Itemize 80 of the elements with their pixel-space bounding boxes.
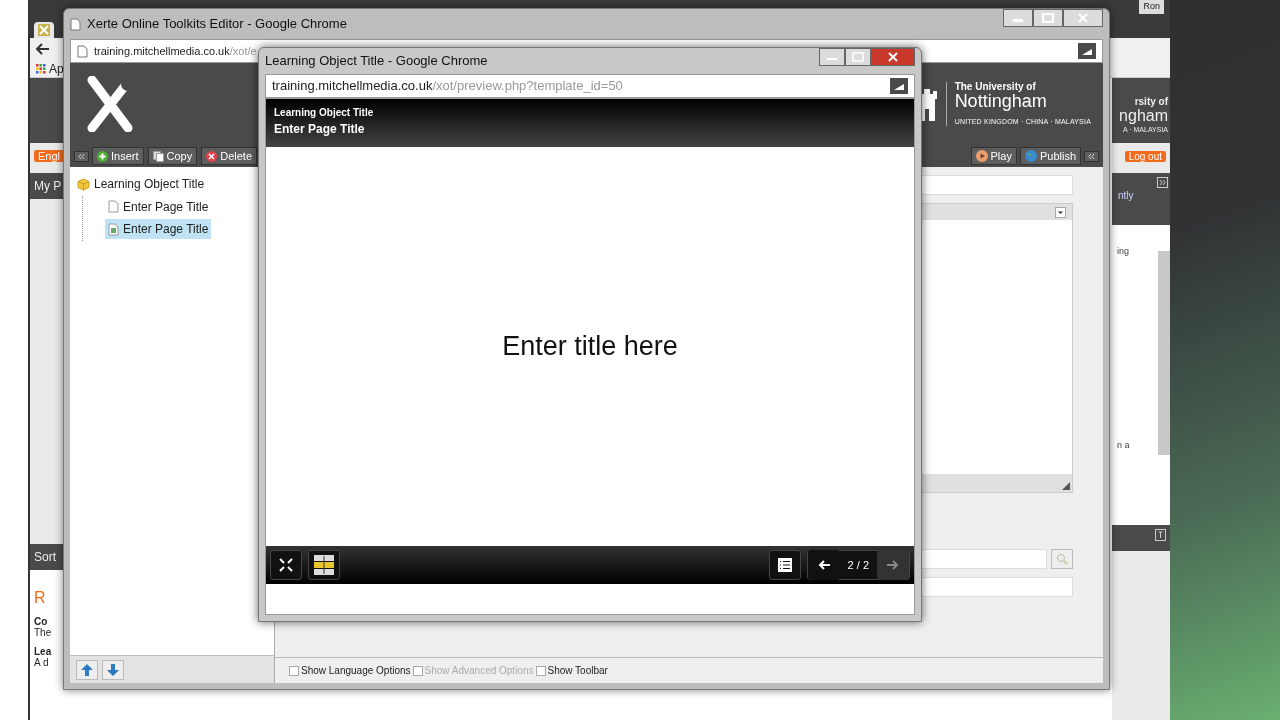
- list-icon: [777, 558, 792, 572]
- collapse-icon: [77, 151, 86, 161]
- previous-button[interactable]: [807, 550, 840, 580]
- copy-icon: [152, 150, 164, 162]
- maximize-icon: [852, 52, 864, 62]
- collapse-button[interactable]: [74, 150, 89, 162]
- page-icon: [70, 17, 81, 31]
- toolbar-button[interactable]: Delete: [201, 147, 257, 165]
- apps-grid-icon[interactable]: [36, 63, 46, 74]
- option-checkbox[interactable]: Show Toolbar: [535, 663, 608, 678]
- arrow-right-icon: [887, 560, 899, 570]
- option-checkbox[interactable]: Show Language Options: [289, 663, 411, 678]
- window-title: Xerte Online Toolkits Editor - Google Chrome: [87, 15, 347, 34]
- close-button[interactable]: [871, 48, 915, 66]
- arrow-left-icon: [817, 560, 830, 570]
- item-title: Co: [34, 616, 49, 627]
- globe-icon: [1024, 150, 1037, 162]
- expand-icon[interactable]: [1157, 177, 1168, 188]
- arrow-down-icon: [107, 663, 119, 676]
- action-button[interactable]: Publish: [1019, 147, 1081, 165]
- item-title: Lea: [34, 646, 53, 657]
- screen-share-icon[interactable]: [1078, 43, 1096, 59]
- fullscreen-button[interactable]: [270, 550, 302, 580]
- screen-share-icon[interactable]: [890, 78, 908, 94]
- minimize-button[interactable]: [819, 48, 845, 66]
- logo-text: The University of: [954, 80, 1037, 92]
- close-icon: [888, 52, 898, 62]
- scrollbar[interactable]: [1158, 251, 1170, 455]
- tree-item[interactable]: Enter Page Title: [105, 196, 212, 217]
- collapse-icon: [1087, 151, 1096, 161]
- move-down-button[interactable]: [102, 659, 124, 680]
- close-button[interactable]: [1063, 9, 1103, 27]
- address-bar[interactable]: training.mitchellmedia.co.uk/xot/e: [94, 42, 257, 60]
- item-text: A d: [34, 657, 50, 668]
- back-arrow-icon[interactable]: [36, 43, 50, 55]
- list-text: ing: [1117, 245, 1129, 258]
- list-text: n a: [1117, 438, 1130, 452]
- panel-text: ntly: [1117, 189, 1134, 203]
- close-icon: [1078, 13, 1088, 23]
- item-text: The: [34, 627, 53, 638]
- text-size-button[interactable]: [308, 550, 340, 580]
- content-title: Enter title here: [502, 330, 678, 364]
- logo-text: rsity of: [1133, 96, 1168, 107]
- search-icon: [1056, 553, 1068, 565]
- tree-item[interactable]: Learning Object Title: [74, 174, 208, 194]
- page-icon: [108, 222, 119, 236]
- bookmark-label[interactable]: Ap: [49, 59, 64, 78]
- plus-icon: [97, 150, 108, 162]
- resize-grip-icon[interactable]: [1062, 482, 1070, 490]
- logo-text: Nottingham: [954, 91, 1048, 111]
- maximize-icon: [1042, 13, 1054, 23]
- user-label: Ron: [1139, 0, 1164, 14]
- cube-icon: [77, 177, 90, 191]
- logo-text: ngham: [1118, 107, 1168, 125]
- page-icon: [77, 44, 88, 58]
- arrow-up-icon: [81, 663, 93, 676]
- section-title: My P: [34, 179, 62, 193]
- fullscreen-icon: [279, 558, 293, 572]
- collapse-button[interactable]: [1084, 150, 1099, 162]
- tree-item[interactable]: Enter Page Title: [105, 219, 212, 239]
- x-logo-icon: [38, 24, 50, 36]
- table-of-contents-button[interactable]: [768, 550, 801, 580]
- heading: R: [34, 588, 47, 608]
- action-button[interactable]: Play: [970, 147, 1017, 165]
- project-title: Learning Object Title: [274, 106, 375, 120]
- play-icon: [975, 150, 988, 162]
- page-counter: 2 / 2: [846, 557, 870, 573]
- pin-icon[interactable]: [1155, 529, 1166, 541]
- page-title: Enter Page Title: [274, 121, 366, 138]
- delete-icon: [206, 150, 218, 162]
- minimize-button[interactable]: [1003, 9, 1033, 27]
- toolbar-button[interactable]: Insert: [92, 147, 144, 165]
- toolbar-button[interactable]: Copy: [147, 147, 198, 165]
- window-title: Learning Object Title - Google Chrome: [265, 52, 488, 71]
- page-icon: [108, 200, 119, 213]
- text-size-icon: [313, 554, 335, 576]
- maximize-button[interactable]: [845, 48, 871, 66]
- dropdown-icon[interactable]: [1055, 206, 1066, 218]
- move-up-button[interactable]: [76, 659, 98, 680]
- maximize-button[interactable]: [1033, 9, 1063, 27]
